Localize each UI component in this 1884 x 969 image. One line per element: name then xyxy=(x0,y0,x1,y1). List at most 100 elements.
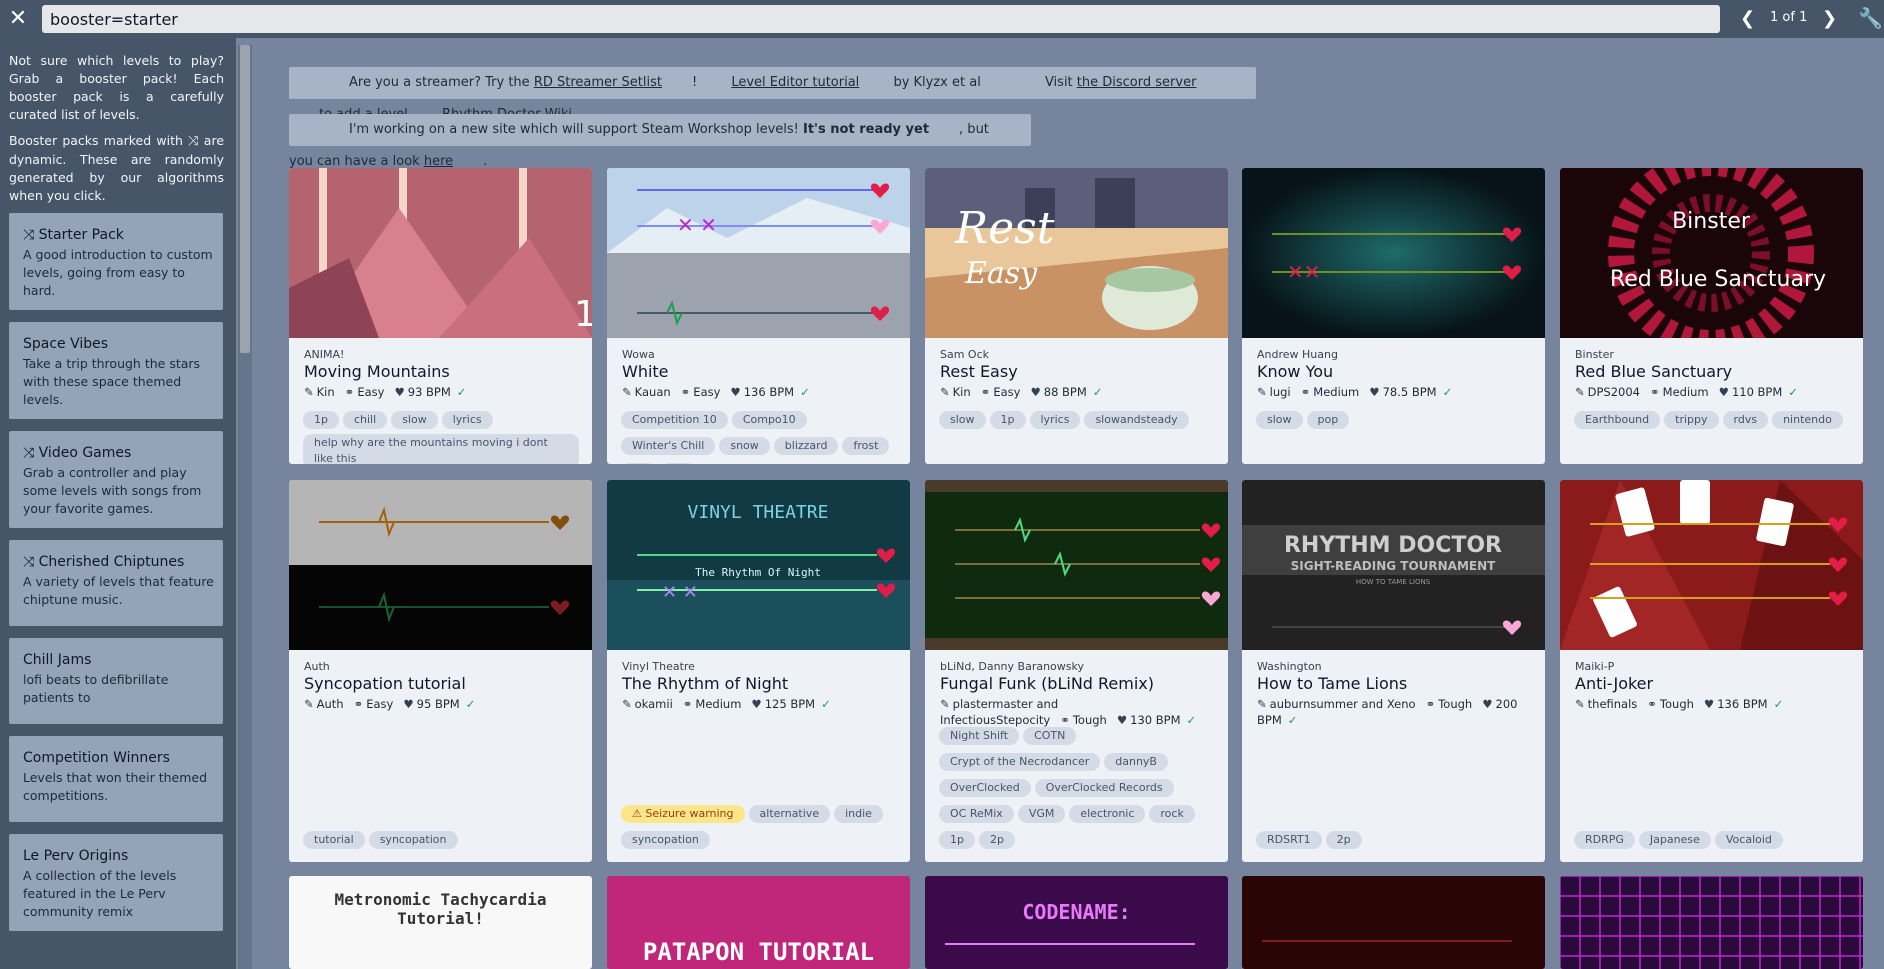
tag-pill[interactable]: dannyB xyxy=(1104,753,1168,771)
tag-pill[interactable]: nintendo xyxy=(1772,411,1843,429)
tag-pill[interactable]: 2p xyxy=(978,831,1015,849)
level-card[interactable]: bLiNd, Danny Baranowsky Fungal Funk (bLiN… xyxy=(925,480,1228,862)
wrench-icon[interactable]: 🔧 xyxy=(1858,6,1883,30)
level-card[interactable]: ✕✕ Andrew Huang Know You ✎ lugi ⚭ Medium ♥ 78.5 … xyxy=(1242,168,1545,464)
booster-pack-1[interactable]: ⤨ Starter Pack A good introduction to cus… xyxy=(9,213,223,310)
level-card[interactable]: ✕ ✕ Wowa White ✎ Kauan ⚭ Easy ♥ 136 BPM ✓ Competi… xyxy=(607,168,910,464)
level-card[interactable]: Rest Easy Sam Ock Rest Easy ✎ Kin ⚭ Easy ♥ 88 B… xyxy=(925,168,1228,464)
level-title[interactable]: Fungal Funk (bLiNd Remix) xyxy=(940,674,1220,693)
streamer-setlist-link[interactable]: RD Streamer Setlist xyxy=(534,75,662,90)
close-icon[interactable]: ✕ xyxy=(8,8,28,30)
level-card[interactable]: Binster Red Blue Sanctuary Binster Red Blu… xyxy=(1560,168,1863,464)
tag-pill[interactable]: lyrics xyxy=(1029,411,1081,429)
tag-pill[interactable]: indie xyxy=(834,805,883,823)
level-card[interactable]: Metronomic Tachycardia Tutorial! xyxy=(289,876,592,969)
level-thumbnail[interactable] xyxy=(925,480,1228,650)
discord-link[interactable]: the Discord server xyxy=(1077,75,1197,90)
new-site-link[interactable]: here xyxy=(424,154,453,169)
tag-pill[interactable]: Competition 10 xyxy=(621,411,728,429)
level-thumbnail[interactable]: Rest Easy xyxy=(925,168,1228,338)
tag-pill[interactable]: Crypt of the Necrodancer xyxy=(939,753,1101,771)
tag-pill[interactable]: OC ReMix xyxy=(939,805,1014,823)
level-title[interactable]: Know You xyxy=(1257,362,1537,381)
tag-pill[interactable]: Winter's Chill xyxy=(621,437,716,455)
tag-pill[interactable]: slow xyxy=(391,411,438,429)
tag-pill[interactable]: Vocaloid xyxy=(1714,831,1783,849)
tag-pill[interactable]: help why are the mountains moving i dont… xyxy=(303,434,579,464)
level-card[interactable]: Maiki-P Anti-Joker ✎ thefinals ⚭ Tough ♥ 136 BP… xyxy=(1560,480,1863,862)
tag-pill[interactable]: 2p xyxy=(1325,831,1362,849)
level-title[interactable]: White xyxy=(622,362,902,381)
booster-pack-5[interactable]: Chill Jams lofi beats to defibrillate pat… xyxy=(9,638,223,724)
tag-pill[interactable]: RDSRT1 xyxy=(1256,831,1322,849)
level-thumbnail-dark[interactable] xyxy=(1242,876,1545,969)
level-card[interactable] xyxy=(1242,876,1545,969)
tag-pill[interactable]: slow xyxy=(1256,411,1303,429)
level-thumbnail-codename[interactable]: CODENAME: xyxy=(925,876,1228,969)
tag-pill[interactable]: pop xyxy=(1306,411,1350,429)
level-title[interactable]: Syncopation tutorial xyxy=(304,674,584,693)
sidebar-scrollbar-thumb[interactable] xyxy=(240,45,250,353)
tag-pill[interactable]: chill xyxy=(342,411,388,429)
level-thumbnail[interactable]: ✕✕ xyxy=(1242,168,1545,338)
tag-pill[interactable]: rock xyxy=(1149,805,1195,823)
tag-pill[interactable]: 1p xyxy=(939,831,975,849)
level-card[interactable]: Auth Syncopation tutorial ✎ Auth ⚭ Easy ♥ 95 BP… xyxy=(289,480,592,862)
tag-pill[interactable]: Earthbound xyxy=(1574,411,1661,429)
tag-pill[interactable]: slow xyxy=(939,411,986,429)
level-card[interactable]: CODENAME: xyxy=(925,876,1228,969)
tag-pill[interactable]: Japanese xyxy=(1638,831,1711,849)
level-thumbnail-patapon[interactable]: PATAPON TUTORIAL xyxy=(607,876,910,969)
tag-pill[interactable]: syncopation xyxy=(368,831,458,849)
tag-pill[interactable]: syncopation xyxy=(621,831,710,849)
tag-pill[interactable]: blizzard xyxy=(773,437,839,455)
tag-pill[interactable]: slowandsteady xyxy=(1084,411,1189,429)
tag-pill[interactable]: VGM xyxy=(1017,805,1066,823)
level-editor-tutorial-link[interactable]: Level Editor tutorial xyxy=(731,75,859,90)
tag-pill[interactable]: tutorial xyxy=(303,831,365,849)
level-card[interactable]: 1 ANIMA! Moving Mountains ✎ Kin ⚭ Easy ♥ 93 BPM ✓… xyxy=(289,168,592,464)
tag-pill[interactable]: alternative xyxy=(748,805,831,823)
level-thumbnail[interactable]: ✕ ✕ xyxy=(607,168,910,338)
level-card[interactable] xyxy=(1560,876,1863,969)
level-title[interactable]: Anti-Joker xyxy=(1575,674,1855,693)
tag-pill[interactable]: COTN xyxy=(1023,727,1077,745)
level-title[interactable]: Rest Easy xyxy=(940,362,1220,381)
level-card[interactable]: PATAPON TUTORIAL xyxy=(607,876,910,969)
tag-pill[interactable]: Night Shift xyxy=(939,727,1020,745)
tag-pill[interactable]: lyrics xyxy=(441,411,493,429)
tag-pill[interactable]: 2p xyxy=(660,463,697,464)
tag-pill[interactable]: trippy xyxy=(1664,411,1719,429)
booster-pack-6[interactable]: Competition Winners Levels that won their… xyxy=(9,736,223,822)
level-title[interactable]: The Rhythm of Night xyxy=(622,674,902,693)
tag-pill[interactable]: OverClocked Records xyxy=(1034,779,1174,797)
level-thumbnail[interactable] xyxy=(289,480,592,650)
level-thumbnail-metronomic[interactable]: Metronomic Tachycardia Tutorial! xyxy=(289,876,592,969)
level-card[interactable]: VINYL THEATRE The Rhythm Of Night ✕ ✕ Vin… xyxy=(607,480,910,862)
booster-pack-3[interactable]: ⤨ Video Games Grab a controller and play … xyxy=(9,431,223,528)
level-title[interactable]: How to Tame Lions xyxy=(1257,674,1537,693)
tag-pill[interactable]: 1p xyxy=(989,411,1026,429)
tag-pill[interactable]: electronic xyxy=(1069,805,1146,823)
level-thumbnail[interactable]: VINYL THEATRE The Rhythm Of Night ✕ ✕ xyxy=(607,480,910,650)
tag-pill[interactable]: OverClocked xyxy=(939,779,1031,797)
tag-pill[interactable]: Compo10 xyxy=(731,411,807,429)
level-title[interactable]: Red Blue Sanctuary xyxy=(1575,362,1855,381)
level-thumbnail-grid[interactable] xyxy=(1560,876,1863,969)
level-thumbnail[interactable] xyxy=(1560,480,1863,650)
level-thumbnail[interactable]: Binster Red Blue Sanctuary xyxy=(1560,168,1863,338)
level-title[interactable]: Moving Mountains xyxy=(304,362,584,381)
booster-pack-2[interactable]: Space Vibes Take a trip through the stars… xyxy=(9,322,223,419)
level-thumbnail[interactable]: 1 xyxy=(289,168,592,338)
level-card[interactable]: RHYTHM DOCTOR SIGHT-READING TOURNAMENT H… xyxy=(1242,480,1545,862)
tag-pill[interactable]: 1p xyxy=(621,463,657,464)
tag-pill[interactable]: frost xyxy=(842,437,890,455)
tag-pill[interactable]: 1p xyxy=(303,411,339,429)
booster-pack-7[interactable]: Le Perv Origins A collection of the level… xyxy=(9,834,223,931)
search-input[interactable] xyxy=(42,5,1720,33)
booster-pack-4[interactable]: ⤨ Cherished Chiptunes A variety of levels… xyxy=(9,540,223,626)
tag-pill[interactable]: rdvs xyxy=(1722,411,1769,429)
chevron-left-icon[interactable]: ❮ xyxy=(1740,8,1755,29)
level-thumbnail[interactable]: RHYTHM DOCTOR SIGHT-READING TOURNAMENT H… xyxy=(1242,480,1545,650)
tag-pill[interactable]: snow xyxy=(719,437,770,455)
